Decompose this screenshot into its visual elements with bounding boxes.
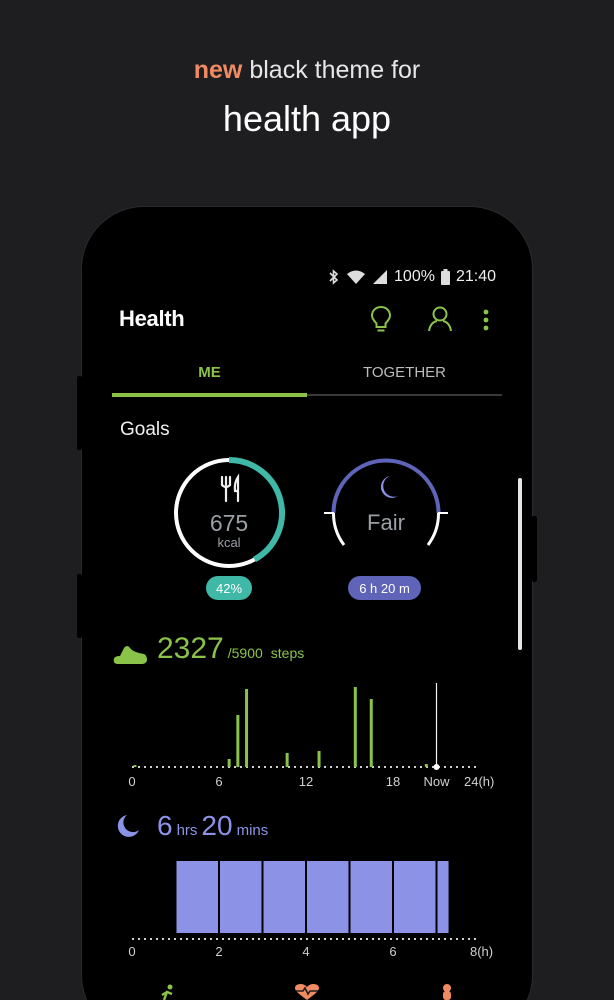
exercise-run-icon[interactable] <box>156 984 178 1000</box>
sleep-segment <box>263 861 305 933</box>
sleep-tick-label: 8(h) <box>470 944 494 959</box>
sleep-segment <box>350 861 392 933</box>
steps-tick-label: Now <box>423 774 450 789</box>
steps-tick-label: 6 <box>215 774 223 789</box>
steps-tick-label: 24(h) <box>464 774 495 789</box>
sleep-segment <box>394 861 436 933</box>
sleep-segment <box>220 861 262 933</box>
sleep-mins: 20 <box>201 810 233 841</box>
sleep-hours: 6 <box>157 810 173 841</box>
sleep-tick-label: 2 <box>215 944 223 959</box>
sleep-segment <box>437 861 449 933</box>
steps-tick-label: 18 <box>385 774 401 789</box>
sleep-segment <box>307 861 349 933</box>
sleep-tick-label: 4 <box>302 944 310 959</box>
sleep-moon-icon <box>117 815 139 837</box>
sleep-duration[interactable]: 6 hrs 20 mins <box>157 810 268 842</box>
heart-rate-icon[interactable] <box>293 984 321 1000</box>
sleep-segment <box>176 861 218 933</box>
sleep-hours-unit: hrs <box>176 822 198 839</box>
weight-icon[interactable] <box>440 984 454 1000</box>
sleep-tick-label: 0 <box>128 944 136 959</box>
steps-tick-label: 12 <box>298 774 314 789</box>
scrollbar-thumb[interactable] <box>518 478 522 650</box>
sleep-tick-label: 6 <box>389 944 397 959</box>
app-screen: 100% 21:40 Health ME TOGETHER Goals 675 … <box>0 0 614 1000</box>
steps-tick-label: 0 <box>128 774 136 789</box>
sleep-mins-unit: mins <box>236 822 269 839</box>
